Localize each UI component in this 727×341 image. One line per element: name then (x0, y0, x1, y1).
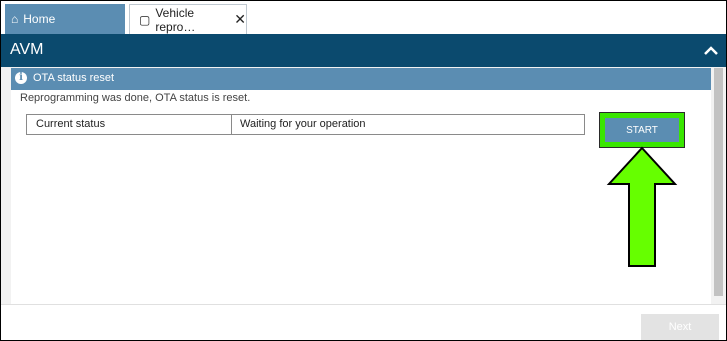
tab-vehicle-reprogramming[interactable]: ▢ Vehicle repro… ✕ (129, 4, 247, 34)
pointer-arrow-icon (606, 146, 678, 267)
close-icon[interactable]: ✕ (234, 11, 246, 28)
page-title: AVM (10, 41, 44, 58)
tab-vehicle-label: Vehicle repro… (155, 5, 196, 34)
description-text: Reprogramming was done, OTA status is re… (20, 92, 251, 104)
section-title: OTA status reset (33, 72, 115, 84)
footer-bar (1, 304, 726, 340)
start-button[interactable]: START (605, 118, 679, 142)
home-icon: ⌂ (11, 12, 19, 26)
status-label: Current status (36, 118, 106, 130)
page-header: AVM (1, 34, 726, 67)
chevron-up-icon[interactable] (696, 34, 726, 67)
tablet-icon: ▢ (139, 12, 151, 27)
tab-home[interactable]: ⌂ Home (5, 4, 125, 34)
info-icon: i (15, 72, 27, 84)
status-value: Waiting for your operation (240, 118, 366, 130)
content-panel: Reprogramming was done, OTA status is re… (11, 90, 711, 304)
next-button[interactable]: Next (641, 314, 719, 340)
section-header: i OTA status reset (11, 68, 711, 90)
tab-bar: ⌂ Home ▢ Vehicle repro… ✕ (1, 1, 726, 34)
status-table: Current status Waiting for your operatio… (26, 114, 585, 135)
tab-home-label: Home (23, 12, 56, 26)
app-window: ⌂ Home ▢ Vehicle repro… ✕ AVM i OTA stat… (0, 0, 727, 341)
scrollbar-thumb[interactable] (714, 68, 723, 296)
status-divider (231, 115, 232, 134)
